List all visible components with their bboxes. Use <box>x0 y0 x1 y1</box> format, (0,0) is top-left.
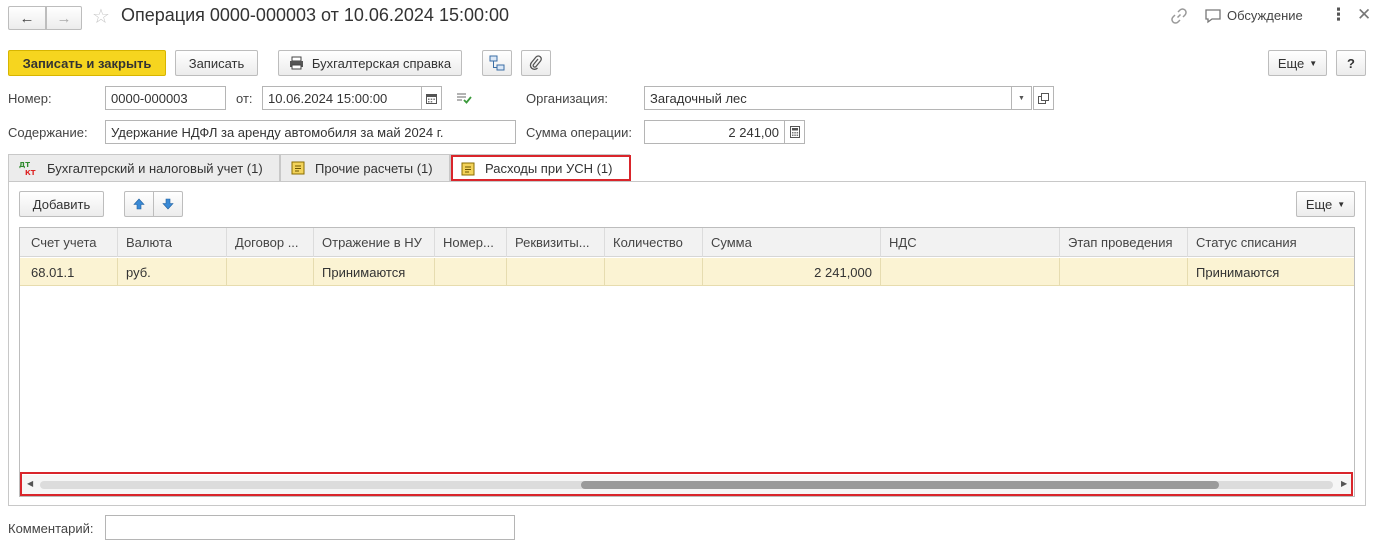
document-structure-icon <box>489 55 505 71</box>
column-vat[interactable]: НДС <box>881 228 1060 257</box>
cell-stage[interactable] <box>1060 258 1188 286</box>
cell-currency[interactable]: руб. <box>118 258 227 286</box>
operation-amount-label: Сумма операции: <box>526 125 632 140</box>
link-icon[interactable] <box>1170 7 1188 25</box>
date-field[interactable]: 10.06.2024 15:00:00 <box>262 86 422 110</box>
attach-files-button[interactable] <box>521 50 551 76</box>
cell-contract[interactable] <box>227 258 314 286</box>
comment-label: Комментарий: <box>8 521 94 536</box>
cell-vat[interactable] <box>881 258 1060 286</box>
arrow-down-icon <box>162 198 174 210</box>
chevron-down-icon: ▼ <box>1018 94 1025 102</box>
posted-status-icon <box>456 92 472 104</box>
svg-text:КТ: КТ <box>25 169 36 176</box>
more-actions-button[interactable]: Еще ▼ <box>1268 50 1327 76</box>
structure-button[interactable] <box>482 50 512 76</box>
accounting-reference-button[interactable]: Бухгалтерская справка <box>278 50 462 76</box>
column-amount[interactable]: Сумма <box>703 228 881 257</box>
tab-accounting-tax-label: Бухгалтерский и налоговый учет (1) <box>47 160 263 176</box>
favorite-star-icon[interactable]: ☆ <box>92 4 110 29</box>
column-tax-reflection[interactable]: Отражение в НУ <box>314 228 435 257</box>
ledger-icon <box>291 161 305 175</box>
date-label: от: <box>236 91 253 106</box>
cell-amount[interactable]: 2 241,000 <box>703 258 881 286</box>
tab-highlight-frame <box>451 155 631 181</box>
printer-icon <box>289 56 304 70</box>
cell-account[interactable]: 68.01.1 <box>23 258 118 286</box>
organization-field[interactable]: Загадочный лес <box>644 86 1012 110</box>
dropdown-arrow-icon: ▼ <box>1309 58 1318 68</box>
column-stage[interactable]: Этап проведения <box>1060 228 1188 257</box>
add-row-button[interactable]: Добавить <box>19 191 104 217</box>
organization-open-button[interactable] <box>1033 86 1054 110</box>
cell-details[interactable] <box>507 258 605 286</box>
calculator-icon <box>789 126 800 138</box>
tab-other-settlements-label: Прочие расчеты (1) <box>315 160 433 176</box>
number-label: Номер: <box>8 91 52 106</box>
dropdown-arrow-icon: ▼ <box>1337 199 1346 209</box>
content-label: Содержание: <box>8 125 88 140</box>
paperclip-icon <box>529 55 543 71</box>
svg-text:ДТ: ДТ <box>19 161 30 169</box>
calculator-button[interactable] <box>784 120 805 144</box>
cell-tax-reflection[interactable]: Принимаются <box>314 258 435 286</box>
tab-other-settlements[interactable]: Прочие расчеты (1) <box>280 154 450 181</box>
accounting-reference-label: Бухгалтерская справка <box>311 55 452 71</box>
forward-button[interactable]: → <box>46 6 82 30</box>
number-field[interactable]: 0000-000003 <box>105 86 226 110</box>
content-field[interactable]: Удержание НДФЛ за аренду автомобиля за м… <box>105 120 516 144</box>
cell-number[interactable] <box>435 258 507 286</box>
close-icon[interactable]: ✕ <box>1357 5 1371 25</box>
comment-field[interactable] <box>105 515 515 540</box>
arrow-up-icon <box>133 198 145 210</box>
save-button[interactable]: Записать <box>175 50 258 76</box>
scrollbar-highlight-frame <box>20 472 1353 496</box>
column-quantity[interactable]: Количество <box>605 228 703 257</box>
more-actions-label: Еще <box>1277 55 1305 71</box>
tab-accounting-tax[interactable]: ДТ КТ Бухгалтерский и налоговый учет (1) <box>8 154 280 181</box>
discussion-icon[interactable] <box>1204 8 1222 24</box>
column-account[interactable]: Счет учета <box>23 228 118 257</box>
cell-write-off-status[interactable]: Принимаются <box>1188 258 1354 286</box>
cell-quantity[interactable] <box>605 258 703 286</box>
window-title: Операция 0000-000003 от 10.06.2024 15:00… <box>121 5 510 25</box>
organization-label: Организация: <box>526 91 609 106</box>
move-down-button[interactable] <box>153 191 183 217</box>
move-up-button[interactable] <box>124 191 154 217</box>
calendar-button[interactable] <box>421 86 442 110</box>
save-and-close-button[interactable]: Записать и закрыть <box>8 50 166 76</box>
back-button[interactable]: ← <box>8 6 46 30</box>
more-menu-icon[interactable]: ⋮ <box>1330 5 1347 25</box>
arrow-left-icon: ← <box>19 9 35 27</box>
calendar-icon <box>426 93 437 104</box>
open-window-icon <box>1038 92 1049 104</box>
column-number[interactable]: Номер... <box>435 228 507 257</box>
column-currency[interactable]: Валюта <box>118 228 227 257</box>
operation-amount-field[interactable]: 2 241,00 <box>644 120 785 144</box>
column-write-off-status[interactable]: Статус списания <box>1188 228 1354 257</box>
arrow-right-icon: → <box>56 9 72 27</box>
column-details[interactable]: Реквизиты... <box>507 228 605 257</box>
table-more-label: Еще <box>1305 196 1333 212</box>
organization-dropdown-button[interactable]: ▼ <box>1011 86 1032 110</box>
discussion-link[interactable]: Обсуждение <box>1227 8 1303 23</box>
column-contract[interactable]: Договор ... <box>227 228 314 257</box>
help-button[interactable]: ? <box>1336 50 1366 76</box>
dt-kt-icon: ДТ КТ <box>19 160 37 176</box>
table-more-button[interactable]: Еще ▼ <box>1296 191 1355 217</box>
